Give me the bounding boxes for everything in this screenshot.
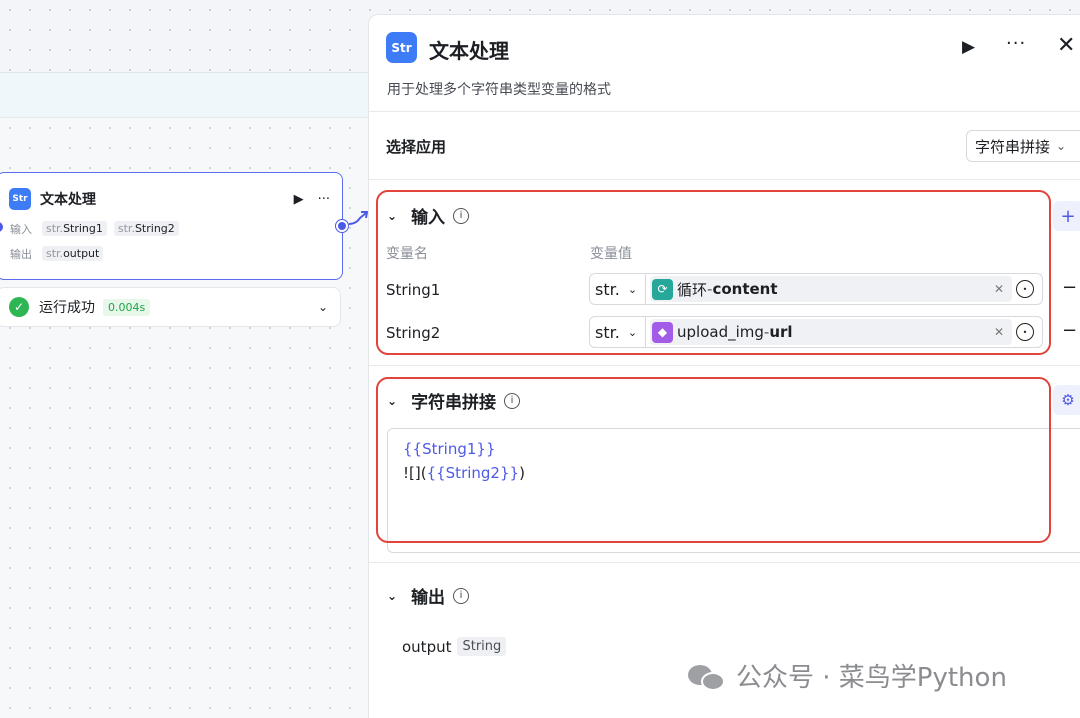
- node-output-tag: str.output: [42, 246, 104, 261]
- more-icon[interactable]: ···: [318, 192, 330, 207]
- str-icon: Str: [9, 188, 31, 210]
- watermark-text: 公众号 · 菜鸟学Python: [736, 663, 1007, 693]
- node-output-label: 输出: [10, 247, 32, 261]
- run-time-badge: 0.004s: [103, 298, 151, 316]
- panel-header: Str 文本处理 用于处理多个字符串类型变量的格式 ▶ ··· ✕: [369, 15, 1080, 112]
- run-status-bar[interactable]: ✓ 运行成功 0.004s ⌄: [0, 287, 341, 327]
- node-input-tag: str.String1: [42, 221, 107, 236]
- section-divider: [369, 365, 1080, 366]
- output-name: output: [402, 637, 452, 656]
- play-icon[interactable]: ▶: [962, 37, 975, 57]
- remove-variable-button[interactable]: −: [1062, 277, 1077, 298]
- output-type-badge: String: [457, 637, 507, 656]
- node-output-port[interactable]: [336, 220, 348, 232]
- output-section-title: 输出: [411, 588, 446, 608]
- info-icon[interactable]: i: [453, 587, 470, 604]
- output-section-header[interactable]: ⌄ 输出 i: [387, 583, 470, 608]
- panel-description: 用于处理多个字符串类型变量的格式: [387, 82, 611, 98]
- play-icon[interactable]: ▶: [294, 192, 304, 207]
- text-process-node[interactable]: Str 文本处理 ▶ ··· 输入 str.String1 str.String…: [0, 172, 348, 280]
- connection-wire: [348, 211, 369, 225]
- node-outputs-row: 输出 str.output: [0, 244, 342, 263]
- node-config-panel: Str 文本处理 用于处理多个字符串类型变量的格式 ▶ ··· ✕ 选择应用 字…: [368, 14, 1080, 718]
- check-circle-icon: ✓: [9, 297, 29, 317]
- highlight-box-concat: [376, 377, 1051, 543]
- wechat-icon: [688, 659, 728, 693]
- output-variable: output String: [402, 637, 507, 656]
- canvas-node-band: [0, 72, 372, 118]
- str-icon: Str: [386, 32, 417, 63]
- add-variable-button[interactable]: +: [1053, 201, 1080, 231]
- node-input-label: 输入: [10, 222, 32, 236]
- app-select[interactable]: 字符串拼接 ⌄: [966, 130, 1080, 162]
- select-app-section: 选择应用 字符串拼接 ⌄: [369, 112, 1080, 180]
- run-status-text: 运行成功: [39, 300, 95, 316]
- chevron-down-icon[interactable]: ⌄: [387, 589, 397, 603]
- close-icon[interactable]: ✕: [1057, 33, 1075, 58]
- node-inputs-row: 输入 str.String1 str.String2: [0, 219, 342, 238]
- chevron-down-icon: ⌄: [1056, 139, 1067, 153]
- select-app-label: 选择应用: [386, 138, 447, 156]
- more-icon[interactable]: ···: [1006, 33, 1026, 54]
- app-select-value: 字符串拼接: [975, 137, 1051, 156]
- node-input-tag: str.String2: [113, 221, 179, 236]
- watermark: 公众号 · 菜鸟学Python: [688, 657, 1007, 694]
- section-divider: [369, 562, 1080, 563]
- remove-variable-button[interactable]: −: [1062, 320, 1077, 341]
- node-title: 文本处理: [40, 192, 96, 208]
- panel-title: 文本处理: [429, 39, 509, 63]
- highlight-box-input: [376, 190, 1051, 355]
- gear-icon[interactable]: ⚙: [1053, 385, 1080, 415]
- chevron-down-icon[interactable]: ⌄: [318, 300, 328, 314]
